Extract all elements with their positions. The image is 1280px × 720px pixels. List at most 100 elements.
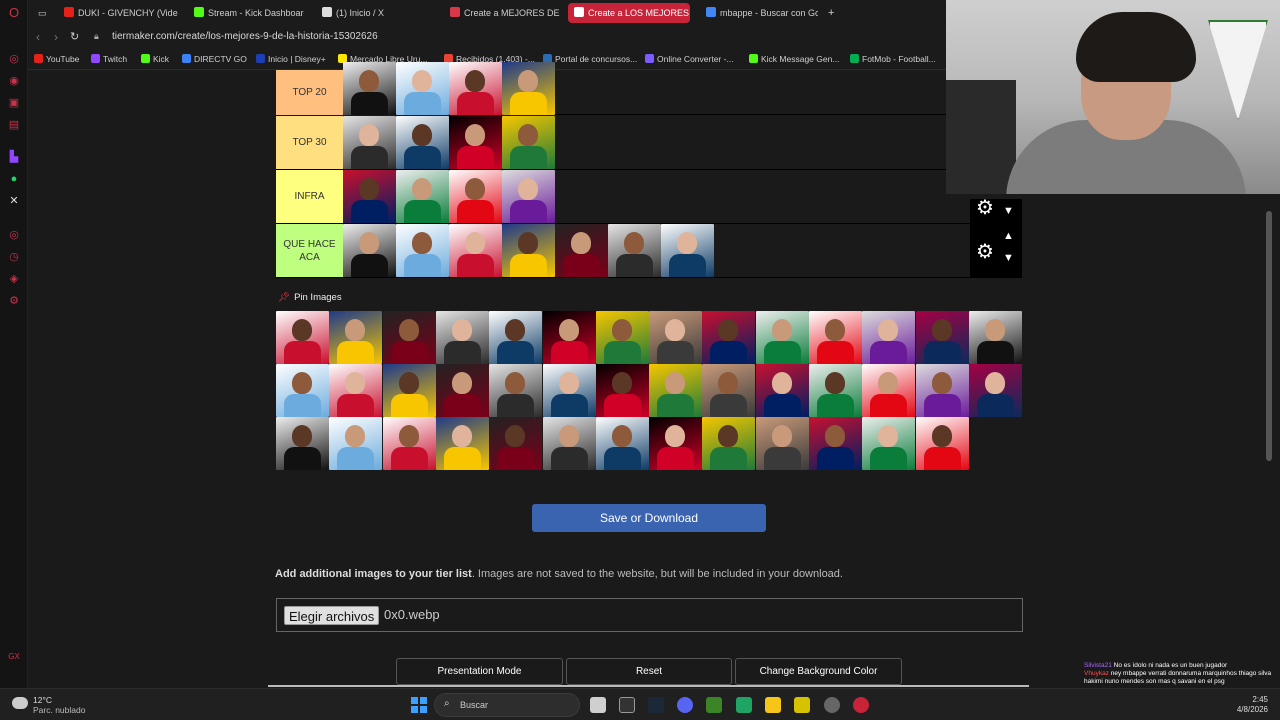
file-explorer-window-icon[interactable] — [590, 697, 606, 713]
player-image[interactable] — [502, 62, 555, 115]
player-image[interactable] — [555, 224, 608, 277]
steam-icon[interactable] — [648, 697, 664, 713]
back-icon[interactable]: ‹ — [36, 30, 40, 44]
player-image[interactable] — [489, 417, 543, 470]
player-image[interactable] — [343, 224, 396, 277]
player-image[interactable] — [382, 417, 436, 470]
tier-label[interactable]: TOP 30 — [276, 116, 343, 169]
minecraft-icon[interactable] — [706, 697, 722, 713]
player-image[interactable] — [449, 170, 502, 223]
player-image[interactable] — [343, 170, 396, 223]
x-icon[interactable]: ✕ — [7, 194, 21, 208]
player-image[interactable] — [595, 364, 649, 417]
change-background-color-button[interactable]: Change Background Color — [735, 658, 902, 685]
player-image[interactable] — [502, 170, 555, 223]
player-image[interactable] — [449, 224, 502, 277]
sidebar-icon-music[interactable]: ◎ — [7, 228, 21, 242]
browser-tab[interactable]: Create a LOS MEJORES 9 — [568, 3, 690, 23]
player-image[interactable] — [396, 116, 449, 169]
player-image[interactable] — [968, 364, 1022, 417]
player-image[interactable] — [809, 364, 862, 417]
save-or-download-button[interactable]: Save or Download — [532, 504, 766, 532]
player-image[interactable] — [542, 417, 596, 470]
tier-label[interactable]: TOP 20 — [276, 70, 343, 115]
opera-gx-icon[interactable] — [853, 697, 869, 713]
sidebar-icon-2[interactable]: ◉ — [7, 74, 21, 88]
player-image[interactable] — [502, 224, 555, 277]
bookmark-item[interactable]: DIRECTV GO — [182, 54, 247, 64]
player-image[interactable] — [649, 311, 703, 364]
player-image[interactable] — [542, 311, 596, 364]
new-tab-button[interactable]: + — [822, 3, 838, 23]
sidebar-icon-1[interactable]: ◎ — [7, 52, 21, 66]
player-image[interactable] — [276, 364, 329, 417]
opera-logo-icon[interactable]: O — [7, 6, 21, 20]
player-image[interactable] — [435, 311, 489, 364]
player-image[interactable] — [702, 417, 756, 470]
player-image[interactable] — [329, 364, 383, 417]
discord-icon[interactable] — [677, 697, 693, 713]
player-image[interactable] — [755, 417, 809, 470]
player-image[interactable] — [489, 311, 543, 364]
player-image[interactable] — [595, 311, 649, 364]
twitch-icon[interactable]: ▙ — [7, 150, 21, 164]
player-image[interactable] — [809, 417, 862, 470]
browser-tab[interactable]: Create a MEJORES DELAN — [444, 3, 560, 23]
player-image[interactable] — [862, 311, 916, 364]
browser-tab[interactable]: DUKI - GIVENCHY (Video O — [58, 3, 178, 23]
bookmark-item[interactable]: Kick — [141, 54, 169, 64]
player-image[interactable] — [702, 311, 756, 364]
move-down-chevron-icon[interactable]: ▼ — [1003, 205, 1014, 217]
settings-icon[interactable]: ⚙ — [7, 294, 21, 308]
player-image[interactable] — [968, 311, 1022, 364]
tab-overview-icon[interactable]: ▭ — [32, 3, 52, 23]
tier-label[interactable]: QUE HACE ACA — [276, 224, 343, 277]
epic-games-icon[interactable] — [619, 697, 635, 713]
app-icon-green[interactable] — [736, 697, 752, 713]
player-image[interactable] — [396, 62, 449, 115]
player-image[interactable] — [489, 364, 543, 417]
settings-gear-icon[interactable]: ⚙ — [976, 239, 994, 264]
bookmark-item[interactable]: Kick Message Gen... — [749, 54, 839, 64]
browser-tab[interactable]: mbappe - Buscar con Goog — [700, 3, 818, 23]
player-image[interactable] — [382, 311, 436, 364]
taskbar-search[interactable]: ⌕ Buscar — [434, 693, 580, 717]
player-image[interactable] — [343, 62, 396, 115]
notes-icon[interactable] — [794, 697, 810, 713]
player-image[interactable] — [435, 364, 489, 417]
player-image[interactable] — [449, 116, 502, 169]
bookmark-item[interactable]: Inicio | Disney+ — [256, 54, 326, 64]
player-image[interactable] — [649, 364, 703, 417]
player-image[interactable] — [502, 116, 555, 169]
page-scrollbar[interactable] — [1266, 211, 1272, 461]
player-image[interactable] — [862, 364, 916, 417]
choose-files-button[interactable]: Elegir archivos — [284, 606, 380, 625]
player-image[interactable] — [755, 311, 809, 364]
sidebar-more-icon[interactable]: GX — [7, 650, 21, 664]
browser-tab[interactable]: (1) Inicio / X — [316, 3, 386, 23]
sidebar-icon-3[interactable]: ▣ — [7, 96, 21, 110]
player-image[interactable] — [649, 417, 703, 470]
player-image[interactable] — [915, 364, 969, 417]
bookmark-item[interactable]: Online Converter -... — [645, 54, 734, 64]
sidebar-icon-4[interactable]: ▤ — [7, 118, 21, 132]
player-image[interactable] — [449, 62, 502, 115]
move-up-chevron-icon[interactable]: ▲ — [1003, 230, 1014, 242]
player-image[interactable] — [329, 311, 383, 364]
player-image[interactable] — [276, 311, 329, 364]
bookmark-item[interactable]: Twitch — [91, 54, 127, 64]
settings-gear-icon[interactable]: ⚙ — [976, 195, 994, 220]
player-image[interactable] — [661, 224, 714, 277]
player-image[interactable] — [343, 116, 396, 169]
player-image[interactable] — [396, 170, 449, 223]
folder-icon[interactable] — [765, 697, 781, 713]
move-down-chevron-icon[interactable]: ▼ — [1003, 252, 1014, 264]
player-image[interactable] — [755, 364, 809, 417]
player-image[interactable] — [329, 417, 383, 470]
system-clock[interactable]: 2:45 4/8/2026 — [1228, 695, 1268, 715]
history-icon[interactable]: ◷ — [7, 250, 21, 264]
whatsapp-icon[interactable]: ● — [7, 172, 21, 186]
player-image[interactable] — [702, 364, 756, 417]
bookmark-item[interactable]: YouTube — [34, 54, 79, 64]
url-field[interactable]: tiermaker.com/create/los-mejores-9-de-la… — [112, 31, 378, 42]
